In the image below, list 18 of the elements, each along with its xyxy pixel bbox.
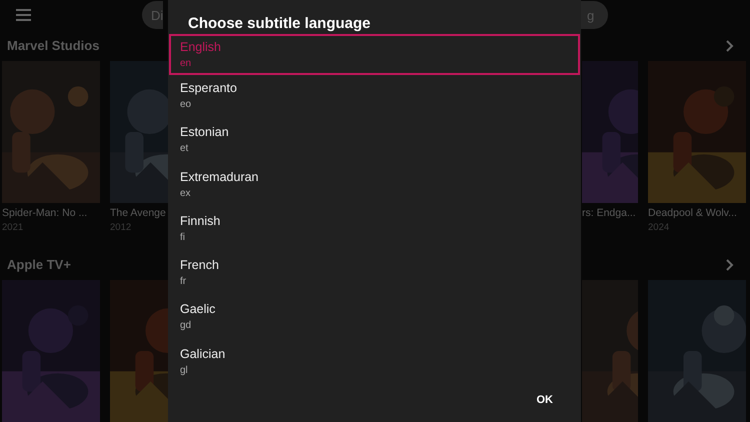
chevron-right-icon[interactable] — [726, 258, 734, 271]
language-option[interactable]: Estonian et — [169, 119, 580, 164]
language-option[interactable]: Esperanto eo — [169, 75, 580, 120]
language-option[interactable]: French fr — [169, 252, 580, 296]
movie-title: The Avenge — [110, 206, 167, 219]
section-title: Apple TV+ — [7, 257, 71, 272]
language-option[interactable]: Extremaduran ex — [169, 164, 580, 208]
movie-title: Deadpool & Wolv... — [648, 206, 738, 219]
language-option[interactable]: Galician gl — [169, 340, 580, 386]
menu-icon[interactable] — [16, 9, 31, 22]
movie-title: Spider-Man: No ... — [2, 206, 88, 219]
chevron-right-icon[interactable] — [726, 40, 734, 52]
movie-title: rs: Endga... — [582, 206, 637, 219]
section-title: Marvel Studios — [7, 38, 100, 54]
dialog-title: Choose subtitle language — [187, 14, 372, 34]
language-option[interactable]: Finnish fi — [169, 208, 580, 252]
language-option[interactable]: Gaelic gd — [169, 296, 580, 341]
ok-button[interactable]: OK — [534, 392, 555, 408]
